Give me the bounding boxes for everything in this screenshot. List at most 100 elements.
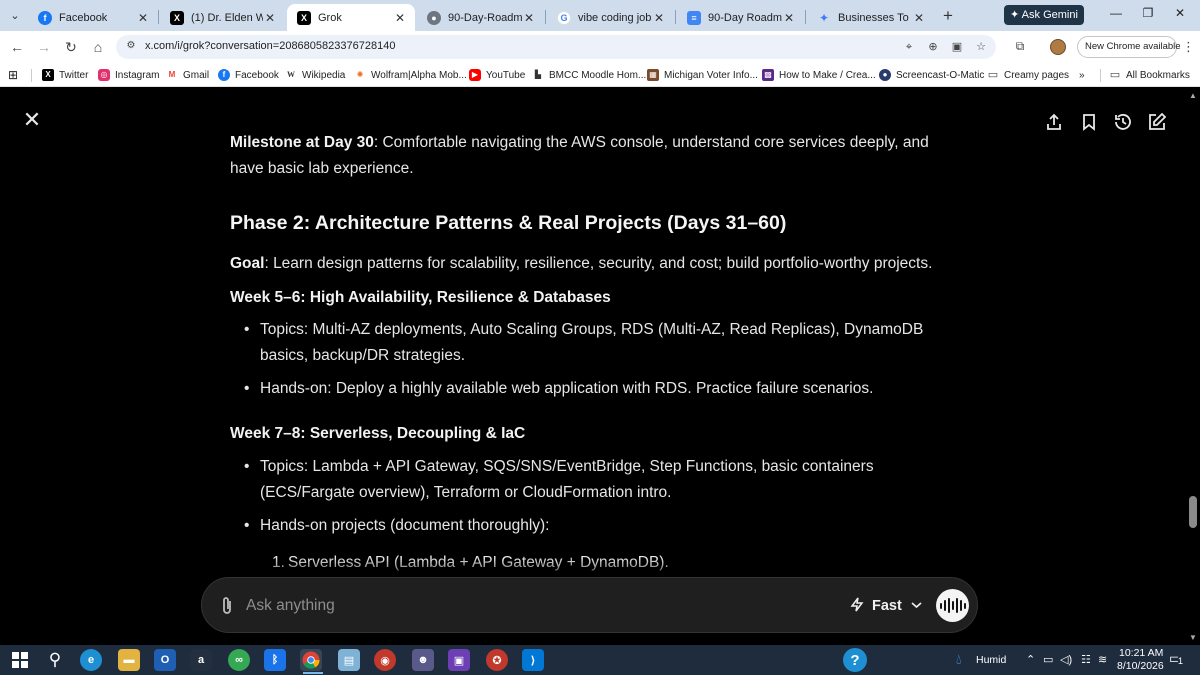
- video-app-icon[interactable]: ▣: [448, 649, 470, 671]
- attach-icon[interactable]: [218, 595, 236, 617]
- bookmark-folder-creamy-pages[interactable]: ▭ Creamy pages: [987, 67, 1069, 83]
- avatar[interactable]: [1050, 39, 1066, 55]
- location-icon[interactable]: ⌖: [902, 40, 916, 54]
- history-icon[interactable]: [1113, 112, 1133, 132]
- search-icon[interactable]: ⚲: [44, 649, 66, 671]
- bookmark-instagram[interactable]: ◎ Instagram: [98, 67, 159, 83]
- scrollbar-thumb[interactable]: [1189, 496, 1197, 528]
- minimize-icon[interactable]: —: [1106, 6, 1126, 24]
- bookmark-star-icon[interactable]: ☆: [974, 40, 988, 54]
- bluetooth-app-icon[interactable]: ᛒ: [264, 649, 286, 671]
- close-tab-icon[interactable]: ✕: [136, 11, 150, 25]
- michigan-icon: ▦: [647, 69, 659, 81]
- chrome-icon[interactable]: [300, 649, 322, 671]
- bookmark-how-to-make[interactable]: ▩ How to Make / Crea...: [762, 67, 876, 83]
- tab-90-day-roadmap-doc[interactable]: ≡ 90-Day Roadmap t ✕: [677, 4, 804, 31]
- google-docs-icon: ≡: [687, 10, 701, 25]
- bookmark-wolfram-alpha[interactable]: ✺ Wolfram|Alpha Mob...: [354, 67, 467, 83]
- close-tab-icon[interactable]: ✕: [652, 11, 666, 25]
- apps-grid-icon[interactable]: ⊞: [8, 67, 18, 83]
- ask-anything-input[interactable]: [246, 593, 766, 619]
- tab-businesses-to-start[interactable]: ✦ Businesses To Start ✕: [807, 4, 934, 31]
- bookmark-gmail[interactable]: M Gmail: [166, 67, 209, 83]
- outlook-icon[interactable]: O: [154, 649, 176, 671]
- close-tab-icon[interactable]: ✕: [782, 11, 796, 25]
- voice-mode-button[interactable]: [936, 589, 969, 622]
- more-bookmarks-icon[interactable]: »: [1079, 67, 1085, 83]
- tab-search-icon[interactable]: ⌄: [6, 7, 24, 25]
- zoom-icon[interactable]: ⊕: [926, 40, 940, 54]
- help-icon[interactable]: ?: [843, 648, 867, 672]
- bookmark-twitter[interactable]: X Twitter: [42, 67, 88, 83]
- bookmark-michigan-voter-info[interactable]: ▦ Michigan Voter Info...: [647, 67, 758, 83]
- restore-icon[interactable]: ❐: [1138, 6, 1158, 24]
- mario-game-icon[interactable]: ✪: [486, 649, 508, 671]
- vscode-icon[interactable]: ⟩: [522, 649, 544, 671]
- grok-conversation-page: Milestone at Day 30: Comfortable navigat…: [0, 88, 1200, 645]
- weather-droplet-icon[interactable]: 💧︎: [956, 651, 962, 668]
- url-text[interactable]: x.com/i/grok?conversation=20868058233767…: [145, 40, 395, 52]
- weather-label[interactable]: Humid: [976, 654, 1006, 666]
- chrome-menu-icon[interactable]: ⋮: [1182, 39, 1195, 55]
- file-explorer-icon[interactable]: ▬: [118, 649, 140, 671]
- bookmark-screencast-o-matic[interactable]: ● Screencast-O-Matic: [879, 67, 984, 83]
- notepad-icon[interactable]: ▤: [338, 649, 360, 671]
- waveform-icon: [951, 601, 954, 610]
- close-tab-icon[interactable]: ✕: [912, 11, 926, 25]
- scrollbar[interactable]: [1186, 88, 1200, 645]
- cast-icon[interactable]: ▣: [950, 40, 964, 54]
- bookmarks-bar: ⊞ X Twitter ◎ Instagram M Gmail f Facebo…: [0, 63, 1200, 87]
- window-close-icon[interactable]: ✕: [1170, 6, 1190, 24]
- bookmark-youtube[interactable]: ▶ YouTube: [469, 67, 525, 83]
- close-tab-icon[interactable]: ✕: [393, 11, 407, 25]
- site-info-icon[interactable]: ⚙: [124, 40, 138, 54]
- amazon-icon[interactable]: a: [190, 649, 212, 671]
- share-icon[interactable]: [1044, 112, 1064, 132]
- forward-arrow-icon[interactable]: →: [35, 38, 53, 56]
- new-chat-icon[interactable]: [1147, 112, 1167, 132]
- network-icon[interactable]: ☷: [1081, 653, 1091, 666]
- new-tab-button[interactable]: +: [938, 6, 958, 26]
- active-app-indicator: [303, 672, 323, 674]
- clock-time[interactable]: 10:21 AM: [1119, 647, 1163, 659]
- tab-dr-elden-wayne[interactable]: X (1) Dr. Elden Wayne ✕: [160, 4, 285, 31]
- chat-input-box: Fast: [201, 577, 978, 633]
- wolfram-icon: ✺: [354, 69, 366, 81]
- tab-grok[interactable]: X Grok ✕: [287, 4, 415, 31]
- reload-icon[interactable]: ↻: [62, 38, 80, 56]
- volume-icon[interactable]: ◁): [1060, 653, 1072, 666]
- mode-selector[interactable]: Fast: [850, 593, 922, 619]
- extensions-icon[interactable]: ⧉: [1012, 39, 1028, 55]
- tab-divider: [158, 10, 159, 24]
- chevron-up-icon[interactable]: ⌃: [1026, 653, 1035, 666]
- robot-app-icon[interactable]: ☻: [412, 649, 434, 671]
- windows-start-icon[interactable]: [9, 649, 31, 671]
- bookmark-facebook[interactable]: f Facebook: [218, 67, 279, 83]
- close-tab-icon[interactable]: ✕: [263, 11, 277, 25]
- battery-icon[interactable]: ▭: [1043, 653, 1053, 666]
- lightning-icon: [850, 597, 864, 615]
- close-icon[interactable]: ✕: [22, 109, 42, 131]
- bookmark-wikipedia[interactable]: W Wikipedia: [285, 67, 345, 83]
- notifications-icon[interactable]: ▭ 1: [1169, 650, 1184, 667]
- home-icon[interactable]: ⌂: [89, 38, 107, 56]
- tab-facebook[interactable]: f Facebook ✕: [28, 4, 158, 31]
- tab-90-day-roadmap-github[interactable]: ● 90-Day-Roadmap-t ✕: [417, 4, 544, 31]
- scroll-up-icon[interactable]: ▲: [1189, 91, 1197, 100]
- game-icon[interactable]: ◉: [374, 649, 396, 671]
- ask-gemini-button[interactable]: ✦ Ask Gemini: [1004, 5, 1084, 25]
- bookmark-bmcc-moodle[interactable]: ▙ BMCC Moodle Hom...: [532, 67, 646, 83]
- all-bookmarks-folder[interactable]: ▭ All Bookmarks: [1100, 67, 1190, 83]
- edge-icon[interactable]: e: [80, 649, 102, 671]
- bookmark-icon[interactable]: [1079, 112, 1099, 132]
- close-tab-icon[interactable]: ✕: [522, 11, 536, 25]
- clock-date[interactable]: 8/10/2026: [1117, 660, 1164, 672]
- address-bar[interactable]: ⚙ x.com/i/grok?conversation=208680582337…: [116, 35, 996, 59]
- back-arrow-icon[interactable]: ←: [8, 38, 26, 56]
- scroll-down-icon[interactable]: ▼: [1189, 633, 1197, 642]
- wifi-icon[interactable]: ≋: [1098, 653, 1107, 666]
- tab-vibe-coding-jobs[interactable]: G vibe coding jobs re ✕: [547, 4, 674, 31]
- top-fade: [0, 88, 1186, 116]
- tripadvisor-icon[interactable]: ∞: [228, 649, 250, 671]
- new-chrome-available-button[interactable]: New Chrome available: [1077, 36, 1181, 58]
